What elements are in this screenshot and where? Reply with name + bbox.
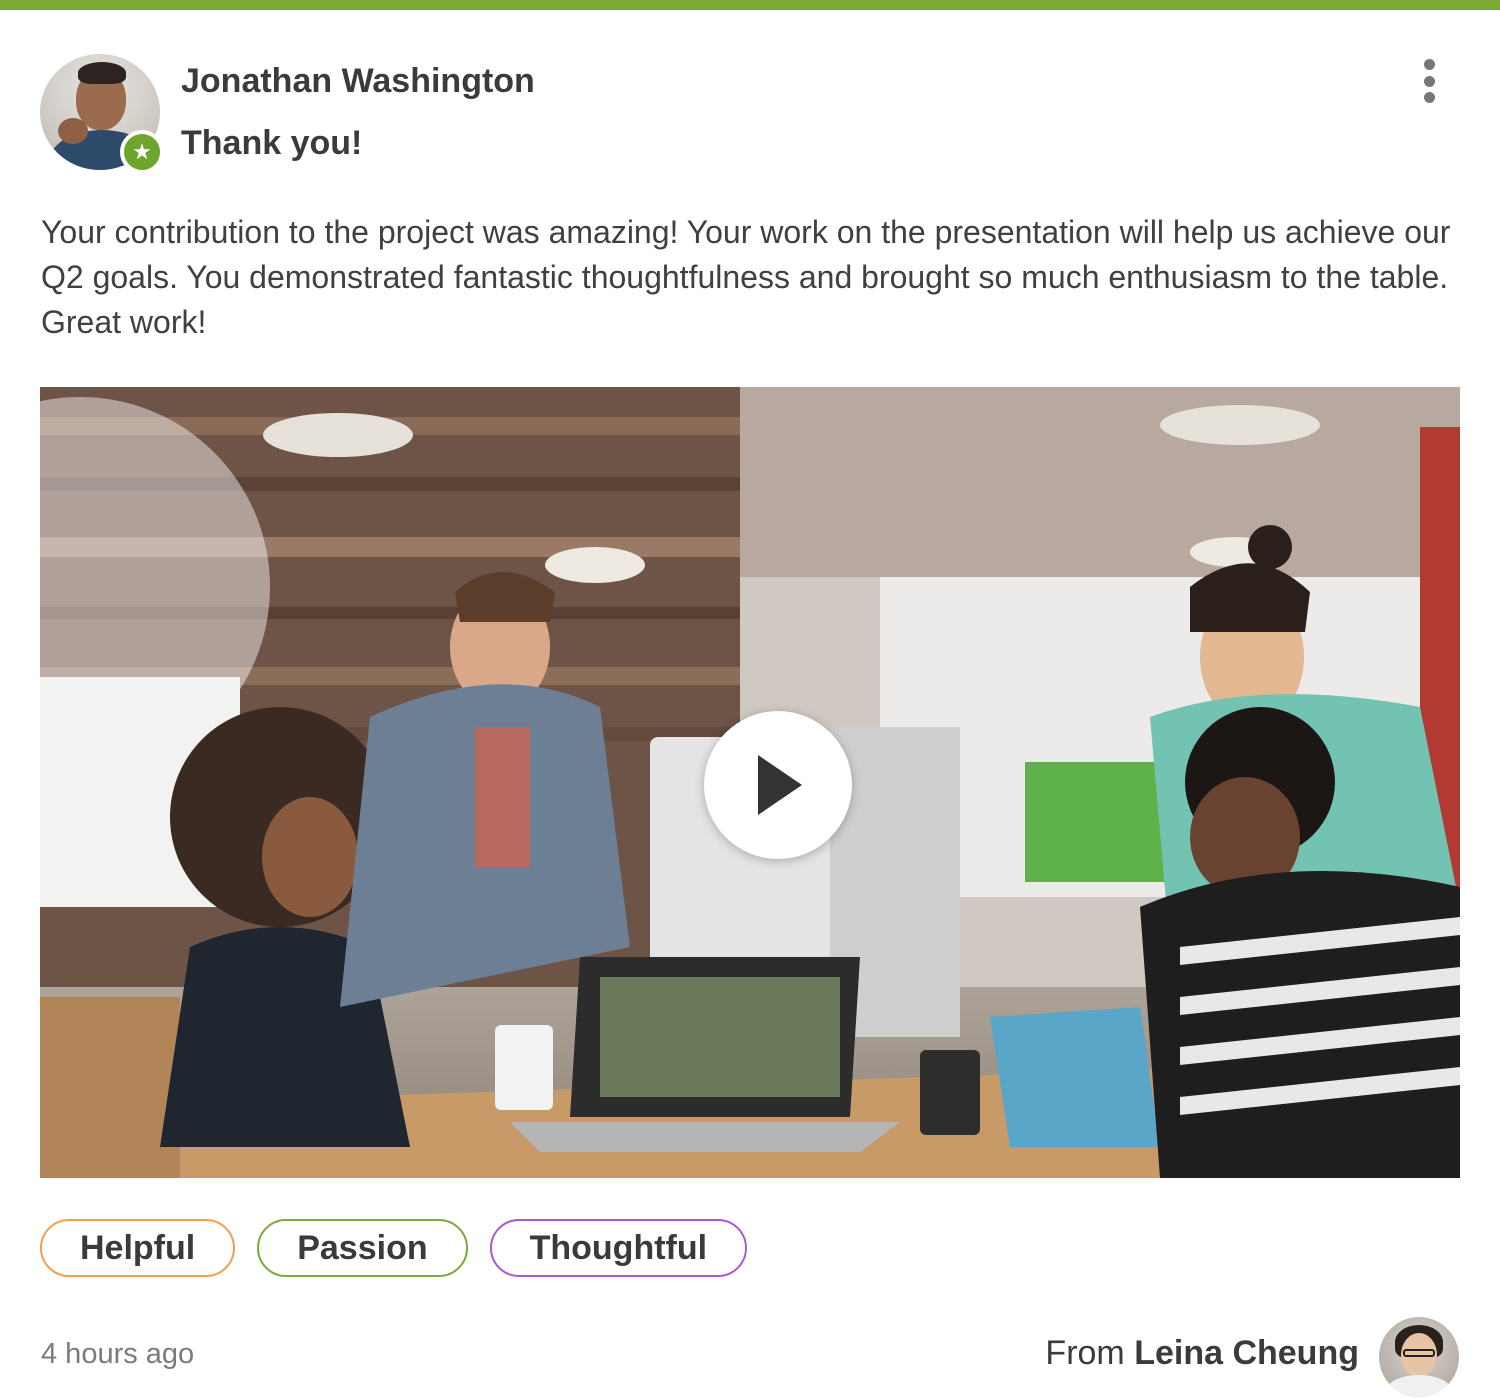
sender-line: From Leina Cheung (1045, 1334, 1359, 1373)
star-icon: ★ (120, 130, 164, 174)
top-accent-bar (0, 0, 1500, 10)
tag-thoughtful[interactable]: Thoughtful (489, 1219, 748, 1277)
tag-passion[interactable]: Passion (257, 1219, 468, 1277)
play-icon[interactable] (704, 711, 852, 859)
post-title: Thank you! (181, 124, 363, 162)
more-vertical-icon[interactable] (1412, 56, 1446, 106)
recipient-avatar-container[interactable]: ★ (40, 54, 164, 176)
value-tags: Helpful Passion Thoughtful (40, 1219, 748, 1277)
post-timestamp: 4 hours ago (41, 1338, 195, 1370)
sender-name[interactable]: Leina Cheung (1134, 1334, 1359, 1372)
recipient-name[interactable]: Jonathan Washington (181, 62, 535, 101)
from-prefix: From (1045, 1334, 1125, 1372)
post-message: Your contribution to the project was ama… (41, 214, 1451, 340)
sender-avatar[interactable] (1379, 1317, 1459, 1397)
video-thumbnail[interactable] (40, 387, 1460, 1178)
tag-helpful[interactable]: Helpful (40, 1219, 236, 1277)
play-triangle (758, 755, 802, 815)
